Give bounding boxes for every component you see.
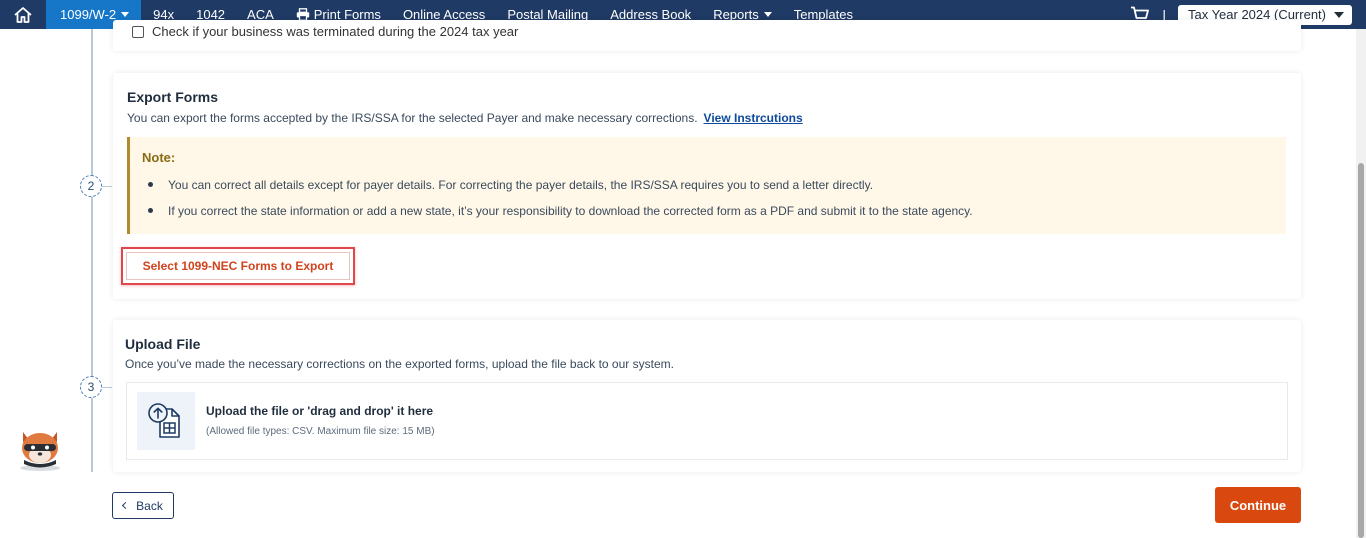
export-button-highlight: Select 1099-NEC Forms to Export	[121, 247, 355, 285]
page-scrollbar[interactable]	[1356, 29, 1366, 538]
scrollbar-thumb[interactable]	[1358, 163, 1364, 538]
note-title: Note:	[142, 150, 176, 165]
mascot-assistant[interactable]	[14, 424, 66, 472]
step-connector	[102, 387, 112, 388]
business-status-card: Check if your business was terminated du…	[113, 20, 1301, 51]
step-number-2: 2	[80, 175, 102, 197]
upload-file-title: Upload File	[125, 336, 201, 352]
home-icon	[14, 6, 32, 23]
note-item: If you correct the state information or …	[148, 204, 973, 218]
upload-file-card: Upload File Once you’ve made the necessa…	[113, 320, 1301, 472]
continue-button[interactable]: Continue	[1215, 487, 1301, 523]
file-dropzone[interactable]: Upload the file or 'drag and drop' it he…	[126, 382, 1288, 460]
step-number-3: 3	[80, 376, 102, 398]
chevron-down-icon	[1334, 11, 1344, 18]
home-button[interactable]	[0, 0, 46, 29]
back-button-label: Back	[136, 498, 163, 513]
chevron-down-icon	[763, 12, 772, 17]
terminated-business-checkbox-row[interactable]: Check if your business was terminated du…	[132, 24, 518, 39]
terminated-business-checkbox[interactable]	[132, 25, 144, 38]
dropzone-title: Upload the file or 'drag and drop' it he…	[206, 404, 434, 418]
dropzone-hint: (Allowed file types: CSV. Maximum file s…	[206, 426, 435, 437]
back-button[interactable]: Back	[112, 492, 174, 519]
chevron-left-icon	[122, 501, 130, 510]
chevron-down-icon	[121, 12, 130, 17]
export-forms-title: Export Forms	[127, 89, 219, 105]
upload-icon-box	[137, 392, 195, 450]
note-box: Note: You can correct all details except…	[127, 137, 1286, 234]
view-instructions-link[interactable]: View Instrcutions	[704, 111, 803, 125]
export-description-text: You can export the forms accepted by the…	[127, 111, 698, 125]
step-connector	[102, 186, 112, 187]
export-forms-card: Export Forms You can export the forms ac…	[113, 73, 1301, 299]
select-forms-to-export-button[interactable]: Select 1099-NEC Forms to Export	[126, 252, 350, 280]
upload-file-icon	[148, 403, 180, 438]
nav-1099-w2-label: 1099/W-2	[60, 7, 117, 22]
terminated-business-label: Check if your business was terminated du…	[152, 24, 519, 39]
step-timeline	[91, 29, 93, 472]
export-forms-description: You can export the forms accepted by the…	[127, 111, 803, 125]
upload-file-description: Once you’ve made the necessary correctio…	[125, 357, 674, 371]
mascot-icon	[20, 432, 60, 471]
note-item: You can correct all details except for p…	[147, 178, 874, 192]
